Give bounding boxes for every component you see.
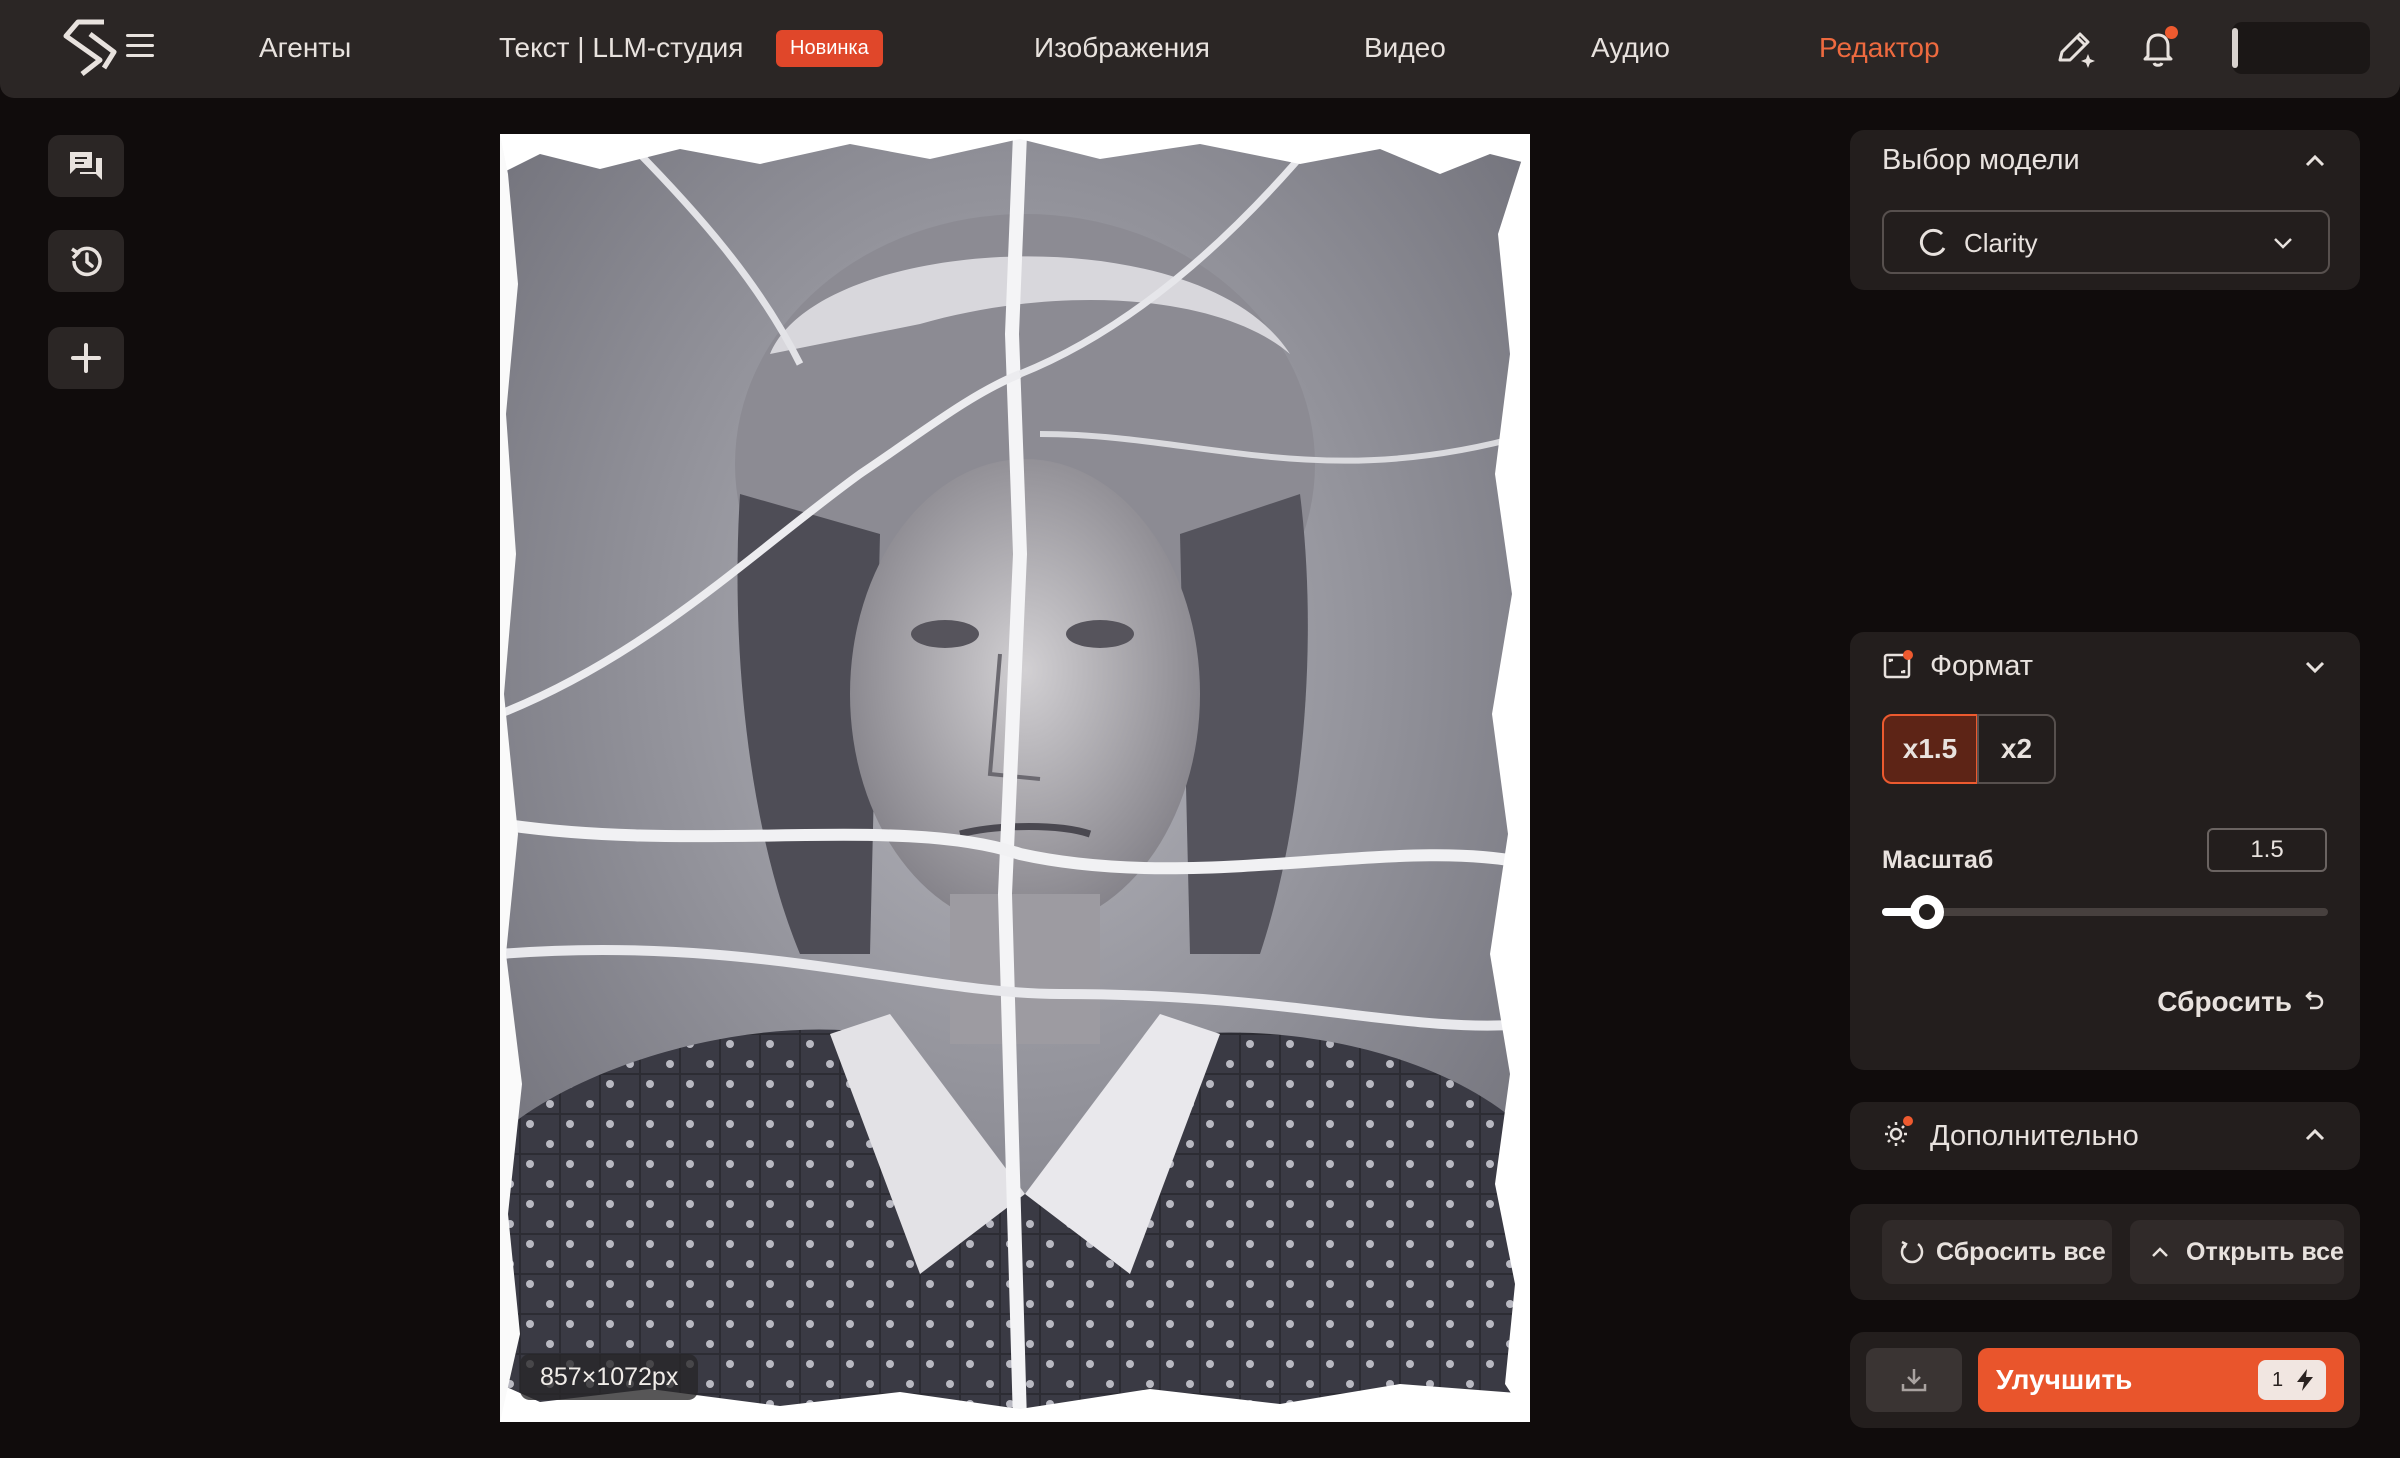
nav-agents[interactable]: Агенты <box>259 30 351 66</box>
model-select-value: Clarity <box>1964 228 2038 258</box>
pen-sparkle-icon[interactable] <box>2050 24 2098 72</box>
new-button[interactable] <box>48 327 124 389</box>
plus-icon <box>71 343 101 373</box>
chevron-up-icon[interactable] <box>2304 154 2326 168</box>
model-select[interactable]: Clarity <box>1882 210 2330 274</box>
scale-slider-handle[interactable] <box>1909 895 1944 929</box>
nav-audio[interactable]: Аудио <box>1591 30 1670 66</box>
reset-scale-label: Сбросить <box>2157 986 2292 1017</box>
chevron-up-icon <box>2152 1247 2168 1257</box>
cost-value: 1 <box>2272 1369 2284 1391</box>
format-card-title: Формат <box>1930 650 2034 682</box>
nav-text-studio[interactable]: Текст | LLM-студия <box>499 30 743 66</box>
model-card: Выбор модели Clarity <box>1850 130 2360 290</box>
format-card: Формат x1.5 x2 Масштаб 1.5 Сбросить <box>1850 632 2360 1070</box>
chevron-down-icon[interactable] <box>2304 660 2326 674</box>
nav-images[interactable]: Изображения <box>1034 30 1210 66</box>
nav-editor[interactable]: Редактор <box>1819 30 1940 66</box>
chevron-down-icon <box>2274 238 2292 249</box>
chat-button[interactable] <box>48 135 124 197</box>
top-bar: Агенты Текст | LLM-студия Новинка Изобра… <box>0 0 2400 98</box>
enhance-label: Улучшить <box>1996 1364 2133 1395</box>
model-card-title: Выбор модели <box>1882 144 2080 176</box>
cost-chip: 1 <box>2258 1360 2326 1400</box>
logo-icon[interactable] <box>60 16 122 78</box>
format-option-x2[interactable]: x2 <box>1977 714 2056 784</box>
loading-icon <box>1919 228 1946 256</box>
notification-dot <box>2165 26 2178 39</box>
open-all-label: Открыть все <box>2186 1238 2344 1266</box>
advanced-card[interactable]: Дополнительно <box>1850 1102 2360 1170</box>
reset-all-button[interactable]: Сбросить все <box>1882 1220 2112 1284</box>
user-account[interactable] <box>2232 22 2370 74</box>
nav-video[interactable]: Видео <box>1364 30 1446 66</box>
chevron-up-icon <box>2305 1128 2325 1141</box>
scale-label: Масштаб <box>1882 846 1994 874</box>
reset-scale-button[interactable]: Сбросить <box>2157 986 2326 1018</box>
undo-icon <box>2305 991 2324 1010</box>
format-option-x1-5[interactable]: x1.5 <box>1882 714 1978 784</box>
history-icon <box>71 246 102 277</box>
scale-slider[interactable] <box>1882 895 2328 929</box>
scale-input[interactable]: 1.5 <box>2207 828 2327 872</box>
portrait-image <box>500 134 1530 1422</box>
new-badge: Новинка <box>776 30 883 67</box>
reset-all-label: Сбросить все <box>1936 1238 2106 1266</box>
reset-icon <box>1900 1240 1924 1264</box>
edited-photo[interactable] <box>500 134 1530 1422</box>
chat-icon <box>70 152 102 180</box>
notifications-button[interactable] <box>2134 24 2182 72</box>
enhance-card: Улучшить 1 <box>1850 1332 2360 1428</box>
menu-icon[interactable] <box>126 34 154 60</box>
aspect-ratio-icon <box>1883 650 1913 679</box>
advanced-card-title: Дополнительно <box>1930 1120 2139 1152</box>
bulk-actions-card: Сбросить все Открыть все <box>1850 1204 2360 1300</box>
lightning-icon <box>2297 1369 2313 1391</box>
open-all-button[interactable]: Открыть все <box>2130 1220 2344 1284</box>
enhance-button[interactable]: Улучшить 1 <box>1978 1348 2344 1412</box>
download-icon <box>1901 1369 1927 1392</box>
history-button[interactable] <box>48 230 124 292</box>
download-button[interactable] <box>1866 1348 1962 1412</box>
settings-icon <box>1885 1116 1913 1146</box>
image-size-label: 857×1072px <box>520 1354 699 1400</box>
